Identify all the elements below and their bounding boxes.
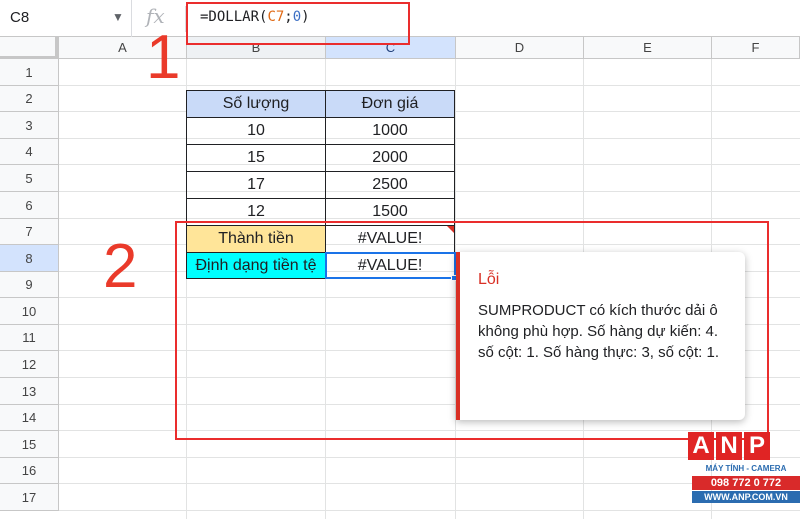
row-header-8[interactable]: 8 — [0, 245, 59, 272]
cell-c3[interactable]: 1000 — [325, 117, 455, 145]
row-header-14[interactable]: 14 — [0, 405, 59, 431]
cell-c5[interactable]: 2500 — [325, 171, 455, 199]
row-header-9[interactable]: 9 — [0, 272, 59, 298]
cell-c4[interactable]: 2000 — [325, 144, 455, 172]
name-box[interactable]: C8 ▼ — [0, 0, 132, 37]
caret-down-icon[interactable]: ▼ — [112, 10, 124, 24]
column-header-e[interactable]: E — [584, 37, 712, 59]
annotation-number-1: 1 — [146, 23, 181, 92]
row-header-11[interactable]: 11 — [0, 325, 59, 351]
row-header-17[interactable]: 17 — [0, 484, 59, 511]
column-header-f[interactable]: F — [712, 37, 800, 59]
cell-b4[interactable]: 15 — [186, 144, 326, 172]
gridline-row — [59, 510, 800, 511]
select-all-corner[interactable] — [0, 37, 59, 59]
row-header-2[interactable]: 2 — [0, 86, 59, 112]
annotation-box-1 — [186, 2, 410, 45]
row-header-4[interactable]: 4 — [0, 139, 59, 165]
row-header-15[interactable]: 15 — [0, 431, 59, 458]
logo-letter: A — [688, 432, 714, 460]
row-header-3[interactable]: 3 — [0, 112, 59, 139]
row-header-1[interactable]: 1 — [0, 59, 59, 86]
row-header-12[interactable]: 12 — [0, 351, 59, 378]
gridline-row — [59, 483, 800, 484]
annotation-number-2: 2 — [103, 232, 138, 301]
row-header-16[interactable]: 16 — [0, 458, 59, 484]
logo-phone: 098 772 0 772 — [692, 476, 800, 490]
logo-url: WWW.ANP.COM.VN — [692, 491, 800, 503]
logo-tagline: MÁY TÍNH - CAMERA — [705, 464, 787, 473]
name-box-value: C8 — [10, 9, 30, 26]
logo-letter: N — [716, 432, 742, 460]
row-header-6[interactable]: 6 — [0, 192, 59, 219]
row-header-5[interactable]: 5 — [0, 165, 59, 192]
logo-letter: P — [744, 432, 770, 460]
anp-logo: A N P — [688, 432, 798, 462]
column-header-d[interactable]: D — [456, 37, 584, 59]
cell-b2[interactable]: Số lượng — [186, 90, 326, 118]
cell-b5[interactable]: 17 — [186, 171, 326, 199]
cell-c2[interactable]: Đơn giá — [325, 90, 455, 118]
row-header-10[interactable]: 10 — [0, 298, 59, 325]
annotation-box-2 — [175, 221, 769, 440]
row-header-13[interactable]: 13 — [0, 378, 59, 405]
cell-b3[interactable]: 10 — [186, 117, 326, 145]
row-header-7[interactable]: 7 — [0, 219, 59, 245]
